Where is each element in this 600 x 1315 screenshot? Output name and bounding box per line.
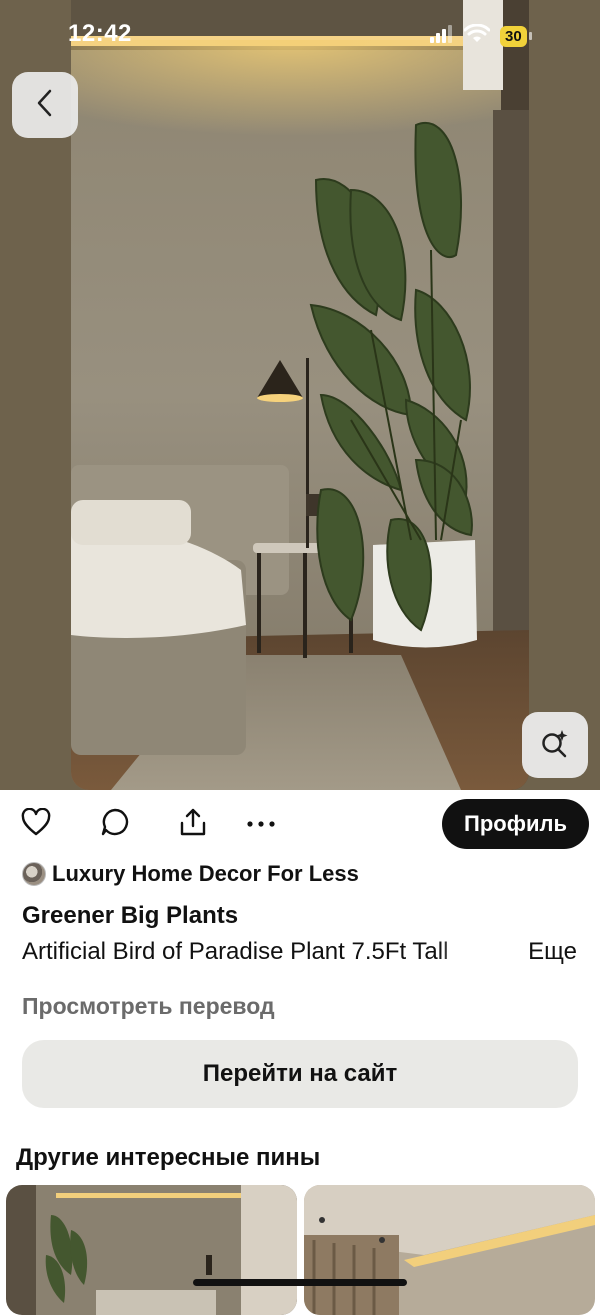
related-pin-card[interactable] <box>6 1185 297 1315</box>
profile-button[interactable]: Профиль <box>442 799 589 849</box>
battery-tip <box>528 32 532 40</box>
ellipsis-icon <box>246 815 276 833</box>
action-bar: Профиль <box>0 795 600 855</box>
home-indicator <box>193 1279 407 1286</box>
pin-title: Greener Big Plants <box>22 902 239 929</box>
comment-icon <box>100 807 130 842</box>
author-row[interactable]: Luxury Home Decor For Less <box>22 858 359 890</box>
status-bar: 12:42 30 <box>0 0 600 70</box>
share-icon <box>178 807 208 842</box>
wifi-icon <box>463 23 491 49</box>
visual-search-icon <box>540 728 570 763</box>
back-button[interactable] <box>12 72 78 138</box>
pin-description-text: Artificial Bird of Paradise Plant 7.5Ft … <box>22 938 449 965</box>
related-pin-card[interactable] <box>304 1185 595 1315</box>
pin-description: Artificial Bird of Paradise Plant 7.5Ft … <box>22 938 577 966</box>
more-options-button[interactable] <box>244 807 278 841</box>
view-translation-link[interactable]: Просмотреть перевод <box>22 993 275 1020</box>
visual-search-button[interactable] <box>522 712 588 778</box>
visit-site-button[interactable]: Перейти на сайт <box>22 1040 578 1108</box>
pin-hero: 12:42 30 <box>0 0 600 790</box>
comment-button[interactable] <box>98 807 132 841</box>
cellular-signal-icon <box>430 24 454 48</box>
avatar <box>22 862 46 886</box>
heart-icon <box>21 807 51 841</box>
chevron-left-icon <box>34 88 56 123</box>
share-button[interactable] <box>176 807 210 841</box>
show-more-link[interactable]: Еще <box>528 938 577 966</box>
more-pins-heading: Другие интересные пины <box>16 1144 321 1171</box>
pin-image[interactable] <box>71 0 529 790</box>
author-name[interactable]: Luxury Home Decor For Less <box>52 861 359 887</box>
status-time: 12:42 <box>68 20 132 47</box>
like-button[interactable] <box>19 807 53 841</box>
status-icons: 30 <box>430 22 532 50</box>
battery-indicator: 30 <box>500 25 527 47</box>
